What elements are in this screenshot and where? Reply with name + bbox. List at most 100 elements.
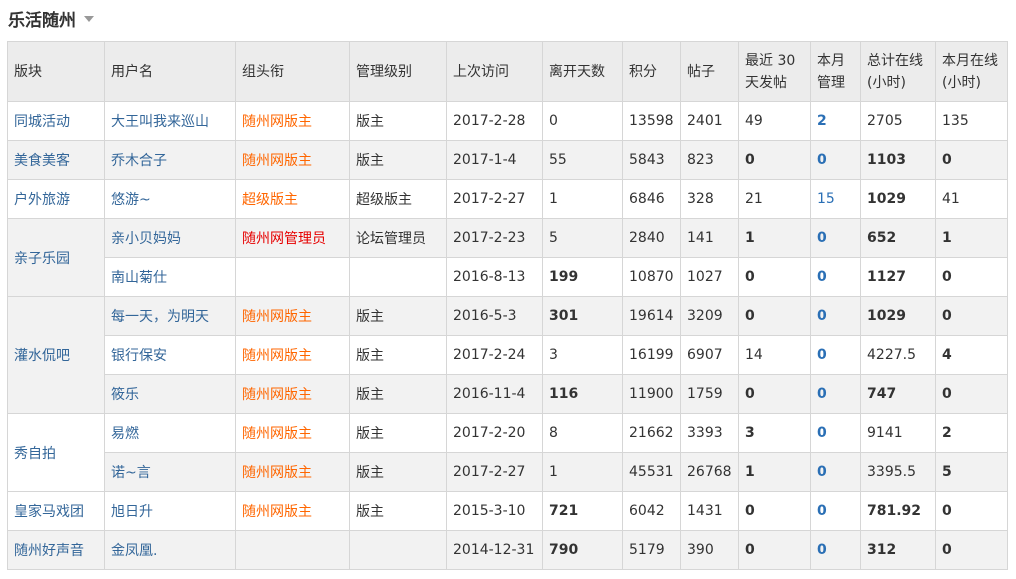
recent-posts-cell: 0 xyxy=(738,296,811,336)
col-header-user: 用户名 xyxy=(104,41,236,102)
days-away-cell: 3 xyxy=(542,335,623,375)
last-visit-cell: 2016-5-3 xyxy=(446,296,543,336)
last-visit-cell: 2016-8-13 xyxy=(446,257,543,297)
days-away-cell: 1 xyxy=(542,179,623,219)
board-link[interactable]: 同城活动 xyxy=(14,114,70,130)
user-link[interactable]: 易燃 xyxy=(111,426,139,442)
col-header-posts: 帖子 xyxy=(680,41,739,102)
board-link[interactable]: 随州好声音 xyxy=(14,543,84,559)
recent-posts-cell: 0 xyxy=(738,257,811,297)
last-visit-cell: 2016-11-4 xyxy=(446,374,543,414)
table-row: 随州好声音 金凤凰. 2014-12-31 790 5179 390 0 0 3… xyxy=(7,530,1008,570)
board-link[interactable]: 亲子乐园 xyxy=(14,251,70,267)
group-cell: 随州网管理员 xyxy=(235,218,350,258)
user-cell: 南山菊仕 xyxy=(104,257,236,297)
board-link[interactable]: 皇家马戏团 xyxy=(14,504,84,520)
posts-cell: 823 xyxy=(680,140,739,180)
total-online-cell: 652 xyxy=(860,218,936,258)
user-cell: 银行保安 xyxy=(104,335,236,375)
user-link[interactable]: 银行保安 xyxy=(111,348,167,364)
board-link[interactable]: 灌水侃吧 xyxy=(14,348,70,364)
month-online-cell: 0 xyxy=(935,140,1008,180)
month-online-cell: 0 xyxy=(935,530,1008,570)
board-cell[interactable]: 随州好声音 xyxy=(7,530,105,570)
board-cell[interactable]: 秀自拍 xyxy=(7,413,105,492)
total-online-cell: 2705 xyxy=(860,101,936,141)
month-online-cell: 1 xyxy=(935,218,1008,258)
last-visit-cell: 2017-2-27 xyxy=(446,179,543,219)
last-visit-cell: 2017-2-28 xyxy=(446,101,543,141)
page-header: 乐活随州 xyxy=(8,6,94,31)
days-away-cell: 199 xyxy=(542,257,623,297)
user-link[interactable]: 乔木合子 xyxy=(111,153,167,169)
board-cell[interactable]: 美食美客 xyxy=(7,140,105,180)
board-link[interactable]: 户外旅游 xyxy=(14,192,70,208)
points-cell: 11900 xyxy=(622,374,681,414)
user-cell: 金凤凰. xyxy=(104,530,236,570)
recent-posts-cell: 0 xyxy=(738,530,811,570)
table-row: 同城活动 大王叫我来巡山 随州网版主 版主 2017-2-28 0 13598 … xyxy=(7,101,1008,141)
user-link[interactable]: 诺~言 xyxy=(111,465,151,481)
table-row: 银行保安 随州网版主 版主 2017-2-24 3 16199 6907 14 … xyxy=(8,335,1008,375)
table-row: 秀自拍 易燃 随州网版主 版主 2017-2-20 8 21662 3393 3… xyxy=(7,413,1008,492)
board-cell[interactable]: 户外旅游 xyxy=(7,179,105,219)
user-cell: 易燃 xyxy=(104,413,236,453)
days-away-cell: 55 xyxy=(542,140,623,180)
month-online-cell: 0 xyxy=(935,491,1008,531)
board-link[interactable]: 秀自拍 xyxy=(14,446,56,462)
posts-cell: 26768 xyxy=(680,452,739,492)
points-cell: 5179 xyxy=(622,530,681,570)
group-cell xyxy=(235,257,350,297)
month-manage-cell: 0 xyxy=(810,335,861,375)
dropdown-caret-icon[interactable] xyxy=(84,16,94,22)
month-online-cell: 4 xyxy=(935,335,1008,375)
posts-cell: 1431 xyxy=(680,491,739,531)
col-header-level: 管理级别 xyxy=(349,41,447,102)
user-link[interactable]: 悠游~ xyxy=(111,192,151,208)
month-online-cell: 5 xyxy=(935,452,1008,492)
table-row: 筱乐 随州网版主 版主 2016-11-4 116 11900 1759 0 0… xyxy=(8,374,1008,414)
group-cell: 随州网版主 xyxy=(235,374,350,414)
site-title[interactable]: 乐活随州 xyxy=(8,6,76,31)
board-cell[interactable]: 皇家马戏团 xyxy=(7,491,105,531)
level-cell: 版主 xyxy=(349,374,447,414)
user-link[interactable]: 每一天，为明天 xyxy=(111,309,209,325)
user-link[interactable]: 旭日升 xyxy=(111,504,153,520)
last-visit-cell: 2014-12-31 xyxy=(446,530,543,570)
board-link[interactable]: 美食美客 xyxy=(14,153,70,169)
days-away-cell: 5 xyxy=(542,218,623,258)
group-cell: 随州网版主 xyxy=(235,140,350,180)
table-row: 皇家马戏团 旭日升 随州网版主 版主 2015-3-10 721 6042 14… xyxy=(7,491,1008,531)
recent-posts-cell: 0 xyxy=(738,491,811,531)
recent-posts-cell: 0 xyxy=(738,374,811,414)
col-header-total-online: 总计在线(小时) xyxy=(860,41,936,102)
posts-cell: 2401 xyxy=(680,101,739,141)
recent-posts-cell: 49 xyxy=(738,101,811,141)
month-online-cell: 0 xyxy=(935,296,1008,336)
user-link[interactable]: 筱乐 xyxy=(111,387,139,403)
level-cell: 版主 xyxy=(349,140,447,180)
days-away-cell: 790 xyxy=(542,530,623,570)
board-cell[interactable]: 灌水侃吧 xyxy=(7,296,105,414)
total-online-cell: 9141 xyxy=(860,413,936,453)
group-cell: 随州网版主 xyxy=(235,101,350,141)
board-cell[interactable]: 同城活动 xyxy=(7,101,105,141)
points-cell: 2840 xyxy=(622,218,681,258)
level-cell: 版主 xyxy=(349,452,447,492)
total-online-cell: 781.92 xyxy=(860,491,936,531)
user-link[interactable]: 大王叫我来巡山 xyxy=(111,114,209,130)
points-cell: 5843 xyxy=(622,140,681,180)
user-link[interactable]: 南山菊仕 xyxy=(111,270,167,286)
col-header-board: 版块 xyxy=(7,41,105,102)
points-cell: 16199 xyxy=(622,335,681,375)
moderator-table: 版块 用户名 组头衔 管理级别 上次访问 离开天数 积分 帖子 最近 30 天发… xyxy=(7,41,1008,570)
total-online-cell: 312 xyxy=(860,530,936,570)
user-link[interactable]: 亲小贝妈妈 xyxy=(111,231,181,247)
user-link[interactable]: 金凤凰. xyxy=(111,543,157,559)
posts-cell: 1759 xyxy=(680,374,739,414)
table-row: 南山菊仕 2016-8-13 199 10870 1027 0 0 1127 0 xyxy=(8,257,1008,297)
board-cell[interactable]: 亲子乐园 xyxy=(7,218,105,297)
user-cell: 诺~言 xyxy=(104,452,236,492)
group-cell: 随州网版主 xyxy=(235,413,350,453)
level-cell: 版主 xyxy=(349,413,447,453)
